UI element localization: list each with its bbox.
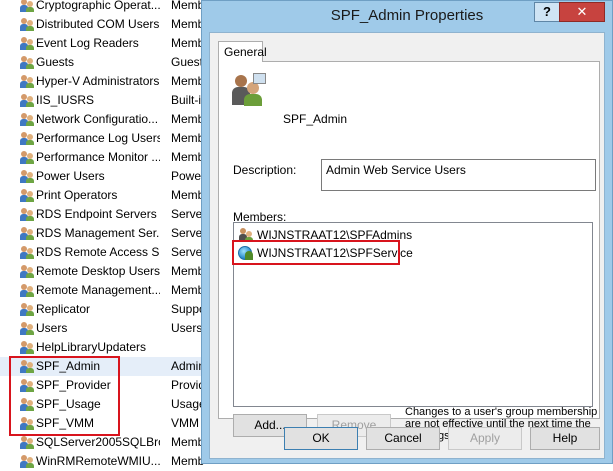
group-list-row[interactable]: Remote Desktop Users Memb: [0, 262, 230, 281]
group-icon: [20, 0, 34, 12]
group-name-cell: Event Log Readers: [36, 36, 139, 50]
group-name-cell: Guests: [36, 55, 75, 69]
group-list-row[interactable]: Distributed COM Users Memb: [0, 15, 230, 34]
group-icon: [20, 398, 34, 411]
group-name-cell: Network Configuratio...: [36, 112, 159, 126]
group-icon: [20, 455, 34, 468]
group-name-cell: SPF_Usage: [36, 397, 101, 411]
group-icon: [20, 189, 34, 202]
group-icon: [20, 151, 34, 164]
group-list-row[interactable]: RDS Remote Access S... Serve: [0, 243, 230, 262]
group-icon: [20, 379, 34, 392]
group-list-row[interactable]: RDS Management Ser... Serve: [0, 224, 230, 243]
group-list-row[interactable]: WinRMRemoteWMIU... Memb: [0, 452, 230, 471]
member-item[interactable]: WIJNSTRAAT12\SPFAdmins: [238, 226, 538, 244]
general-tab-page: SPF_Admin Description: Admin Web Service…: [218, 61, 600, 442]
group-list-row[interactable]: Network Configuratio... Memb: [0, 110, 230, 129]
member-name: WIJNSTRAAT12\SPFAdmins: [257, 228, 413, 242]
group-name-cell: SQLServer2005SQLBro...: [36, 435, 160, 449]
group-list-row[interactable]: Performance Monitor ... Memb: [0, 148, 230, 167]
group-icon: [20, 436, 34, 449]
group-list-row[interactable]: SQLServer2005SQLBro...Memb: [0, 433, 230, 452]
group-icon: [20, 360, 34, 373]
group-list-row[interactable]: SPF_Provider Provid: [0, 376, 230, 395]
group-icon: [20, 265, 34, 278]
group-name-cell: Power Users: [36, 169, 105, 183]
group-list-row[interactable]: Cryptographic Operat... Memb: [0, 0, 230, 15]
group-list-row[interactable]: SPF_VMM VMM: [0, 414, 230, 433]
group-name-cell: Remote Desktop Users: [36, 264, 160, 278]
group-name-cell: RDS Management Ser...: [36, 226, 160, 240]
service-account-icon: [238, 246, 254, 260]
group-icon: [231, 73, 266, 107]
group-list-row[interactable]: Hyper-V Administrators Memb: [0, 72, 230, 91]
group-icon: [20, 56, 34, 69]
group-list-row[interactable]: IIS_IUSRS Built-i: [0, 91, 230, 110]
member-name: WIJNSTRAAT12\SPFService: [257, 246, 413, 260]
group-name-cell: Distributed COM Users: [36, 17, 160, 31]
group-list-row[interactable]: Replicator Suppo: [0, 300, 230, 319]
apply-button[interactable]: Apply: [448, 427, 522, 450]
group-icon: [20, 246, 34, 259]
group-icon: [20, 170, 34, 183]
group-name-cell: Performance Log Users: [36, 131, 160, 145]
group-name-cell: WinRMRemoteWMIU...: [36, 454, 160, 468]
group-icon: [20, 132, 34, 145]
group-list-row[interactable]: Power Users Power: [0, 167, 230, 186]
member-item[interactable]: WIJNSTRAAT12\SPFService: [238, 244, 538, 262]
group-name-cell: SPF_VMM: [36, 416, 95, 430]
group-list-row[interactable]: Remote Management... Memb: [0, 281, 230, 300]
dialog-client: General SPF_Admin Description: Admin Web…: [209, 32, 605, 459]
title-bar[interactable]: SPF_Admin Properties ? ✕: [202, 1, 612, 32]
group-list-row[interactable]: Event Log Readers Memb: [0, 34, 230, 53]
group-icon: [20, 94, 34, 107]
group-name-cell: Performance Monitor ...: [36, 150, 160, 164]
cancel-button[interactable]: Cancel: [366, 427, 440, 450]
group-name-cell: Remote Management...: [36, 283, 160, 297]
group-icon: [20, 322, 34, 335]
group-list-row[interactable]: RDS Endpoint Servers Serve: [0, 205, 230, 224]
group-list: Cryptographic Operat... Memb Distributed C…: [0, 0, 230, 468]
group-name: SPF_Admin: [283, 112, 348, 126]
group-name-cell: RDS Remote Access S...: [36, 245, 160, 259]
group-name-cell: Print Operators: [36, 188, 118, 202]
group-list-row[interactable]: SPF_Usage Usage: [0, 395, 230, 414]
group-name-cell: Replicator: [36, 302, 91, 316]
group-icon: [20, 75, 34, 88]
group-name-cell: SPF_Admin: [36, 359, 101, 373]
group-list-row[interactable]: SPF_Admin Admin: [0, 357, 230, 376]
group-name-cell: Cryptographic Operat...: [36, 0, 160, 12]
members-list[interactable]: WIJNSTRAAT12\SPFAdmins WIJNSTRAAT12\SPFS…: [233, 222, 593, 407]
help-title-button[interactable]: ?: [534, 2, 560, 22]
group-icon: [20, 227, 34, 240]
group-icon: [20, 417, 34, 430]
close-button[interactable]: ✕: [559, 2, 605, 22]
group-icon: [20, 37, 34, 50]
group-icon: [20, 18, 34, 31]
description-field[interactable]: Admin Web Service Users: [321, 159, 596, 191]
group-name-cell: RDS Endpoint Servers: [36, 207, 157, 221]
group-icon: [20, 113, 34, 126]
ok-button[interactable]: OK: [284, 427, 358, 450]
group-name-cell: Hyper-V Administrators: [36, 74, 160, 88]
group-list-row[interactable]: Guests Guest: [0, 53, 230, 72]
group-icon: [238, 228, 254, 242]
description-label: Description:: [233, 163, 297, 177]
group-icon: [20, 341, 34, 354]
group-name-cell: SPF_Provider: [36, 378, 111, 392]
group-name-cell: IIS_IUSRS: [36, 93, 95, 107]
tab-general[interactable]: General: [218, 41, 267, 62]
group-list-row[interactable]: HelpLibraryUpdaters: [0, 338, 230, 357]
properties-dialog: SPF_Admin Properties ? ✕ General SPF_Adm…: [201, 0, 613, 464]
group-list-row[interactable]: Performance Log Users Memb: [0, 129, 230, 148]
help-button[interactable]: Help: [530, 427, 600, 450]
group-icon: [20, 208, 34, 221]
group-icon: [20, 303, 34, 316]
tab-general-label: General: [224, 45, 267, 59]
group-icon: [20, 284, 34, 297]
group-list-row[interactable]: Users Users: [0, 319, 230, 338]
group-list-row[interactable]: Print Operators Memb: [0, 186, 230, 205]
group-name-cell: Users: [36, 321, 68, 335]
group-name-cell: HelpLibraryUpdaters: [36, 340, 147, 354]
